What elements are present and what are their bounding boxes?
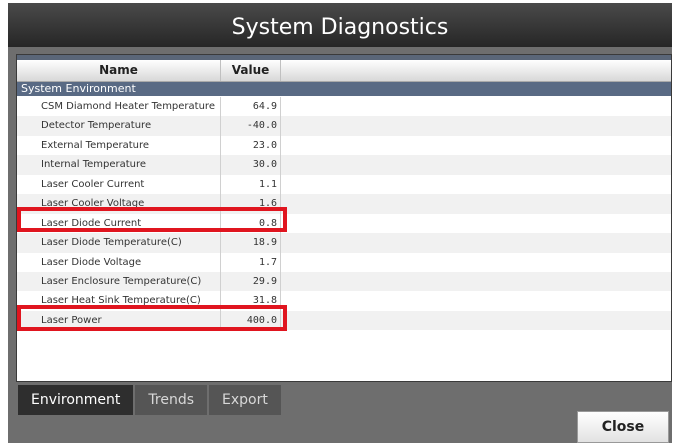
highlight-laser-power [17,305,287,331]
tab-trends[interactable]: Trends [135,385,208,415]
highlight-laser-diode-current [17,207,287,232]
table-row[interactable]: Laser Diode Temperature(C) 18.9 [17,233,671,253]
row-name: External Temperature [41,139,150,151]
row-name: CSM Diamond Heater Temperature [41,101,215,112]
table-row[interactable]: Detector Temperature -40.0 [17,116,671,136]
row-name: Laser Cooler Current [41,178,145,190]
column-header-value[interactable]: Value [221,60,281,81]
tab-bar: Environment Trends Export [18,385,281,415]
row-name: Laser Diode Voltage [41,256,142,268]
row-value: 23.0 [252,139,277,151]
row-name: Internal Temperature [41,159,147,171]
close-button[interactable]: Close [577,411,669,443]
row-value: 1.7 [258,256,277,268]
tab-environment[interactable]: Environment [18,385,134,415]
row-value: 30.0 [252,159,277,171]
row-value: 1.1 [258,178,277,190]
table-row[interactable]: Laser Diode Voltage 1.7 [17,252,671,272]
row-value: 18.9 [252,237,277,249]
row-name: Detector Temperature [41,120,152,132]
table-row[interactable]: Laser Cooler Current 1.1 [17,174,671,195]
table-header: Name Value [17,60,671,82]
tab-export[interactable]: Export [209,385,281,415]
row-value: 29.9 [252,275,277,287]
table-row[interactable]: Internal Temperature 30.0 [17,155,671,175]
row-value: 64.9 [252,101,277,112]
row-name: Laser Diode Temperature(C) [41,237,182,249]
group-header-system-environment[interactable]: System Environment [17,82,671,96]
row-value: -40.0 [246,120,277,132]
table-row[interactable]: CSM Diamond Heater Temperature 64.9 [17,97,671,117]
column-header-name[interactable]: Name [17,60,221,81]
table-row[interactable]: Laser Enclosure Temperature(C) 29.9 [17,271,671,292]
row-name: Laser Enclosure Temperature(C) [41,275,202,287]
window-title: System Diagnostics [8,3,672,47]
table-row[interactable]: External Temperature 23.0 [17,135,671,156]
